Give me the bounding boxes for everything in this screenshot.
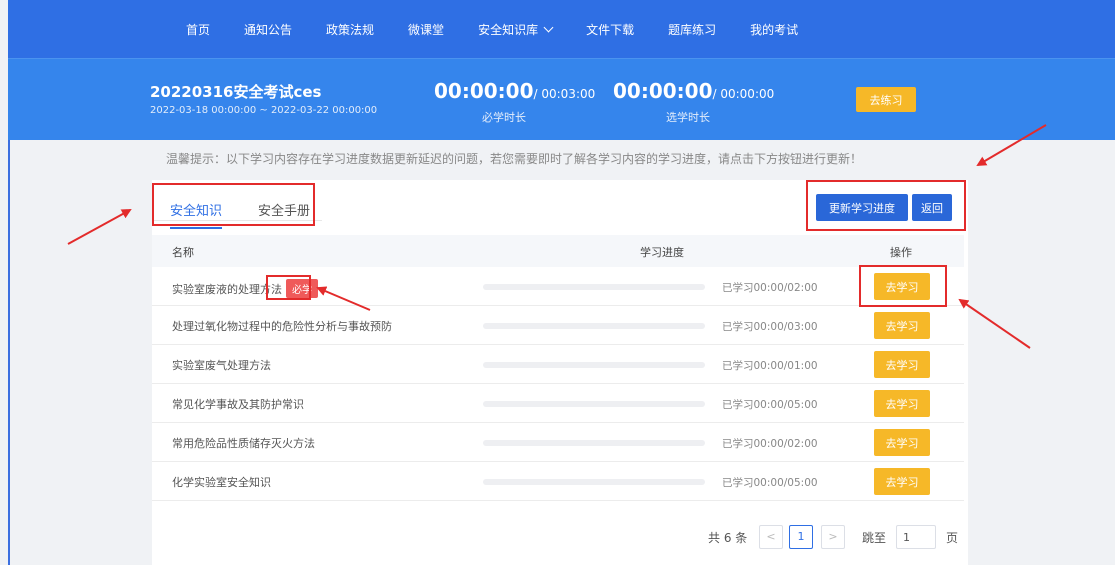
progress-status: 已学习00:00/02:00 [722, 438, 818, 450]
progress-bar [483, 440, 705, 446]
top-nav: 首页 通知公告 政策法规 微课堂 安全知识库 文件下载 题库练习 我的考试 [8, 0, 1115, 58]
row-name: 化学实验室安全知识 [172, 474, 271, 490]
row-name: 处理过氧化物过程中的危险性分析与事故预防 [172, 318, 392, 334]
exam-title: 20220316安全考试ces [150, 83, 322, 101]
annotation-box-actions [806, 180, 966, 231]
progress-status: 已学习00:00/05:00 [722, 399, 818, 411]
required-total: / 00:03:00 [533, 87, 596, 101]
exam-banner: 20220316安全考试ces 2022-03-18 00:00:00 ~ 20… [8, 58, 1115, 140]
row-name: 实验室废气处理方法 [172, 357, 271, 373]
practice-button[interactable]: 去练习 [856, 87, 916, 112]
row-name-text: 常用危险品性质储存灭火方法 [172, 437, 315, 450]
chevron-down-icon [543, 22, 554, 32]
elective-total: / 00:00:00 [712, 87, 775, 101]
progress-bar [483, 362, 705, 368]
pager-unit-label: 页 [946, 531, 959, 545]
progress-status: 已学习00:00/01:00 [722, 360, 818, 372]
nav-policies[interactable]: 政策法规 [326, 21, 374, 38]
table-row: 常见化学事故及其防护常识 已学习00:00/05:00 去学习 [152, 384, 964, 423]
nav-notices[interactable]: 通知公告 [244, 21, 292, 38]
nav-knowledge-base-label: 安全知识库 [478, 22, 539, 37]
table-row: 化学实验室安全知识 已学习00:00/05:00 去学习 [152, 462, 964, 501]
exam-date-range: 2022-03-18 00:00:00 ~ 2022-03-22 00:00:0… [150, 105, 378, 116]
row-name: 常用危险品性质储存灭火方法 [172, 435, 315, 451]
required-label: 必学时长 [482, 111, 526, 124]
nav-question-bank[interactable]: 题库练习 [668, 21, 716, 38]
table-row: 常用危险品性质储存灭火方法 已学习00:00/02:00 去学习 [152, 423, 964, 462]
pager-total: 共 6 条 [708, 531, 748, 545]
table-header: 名称 学习进度 操作 [152, 235, 964, 267]
annotation-box-badge [266, 275, 311, 300]
row-name-text: 常见化学事故及其防护常识 [172, 398, 304, 411]
elective-label: 选学时长 [666, 111, 710, 124]
header-name: 名称 [172, 246, 194, 259]
table-row: 处理过氧化物过程中的危险性分析与事故预防 已学习00:00/03:00 去学习 [152, 306, 964, 345]
nav-home[interactable]: 首页 [186, 21, 210, 38]
elective-studied: 00:00:00 [613, 79, 713, 103]
nav-my-exams[interactable]: 我的考试 [750, 21, 798, 38]
row-name-text: 化学实验室安全知识 [172, 476, 271, 489]
pager-goto-label: 跳至 [862, 531, 887, 545]
progress-bar [483, 323, 705, 329]
annotation-box-tabs [152, 183, 315, 226]
annotation-box-study [859, 265, 947, 307]
row-name-text: 实验室废气处理方法 [172, 359, 271, 372]
progress-status: 已学习00:00/02:00 [722, 282, 818, 294]
content-card: 安全知识 安全手册 更新学习进度 返回 名称 学习进度 操作 实验室废液的处理方… [152, 180, 968, 565]
progress-bar [483, 284, 705, 290]
go-study-button[interactable]: 去学习 [874, 468, 930, 495]
progress-status: 已学习00:00/05:00 [722, 477, 818, 489]
progress-bar [483, 479, 705, 485]
nav-downloads[interactable]: 文件下载 [586, 21, 634, 38]
table-row: 实验室废气处理方法 已学习00:00/01:00 去学习 [152, 345, 964, 384]
update-tip: 温馨提示：以下学习内容存在学习进度数据更新延迟的问题，若您需要即时了解各学习内容… [166, 152, 863, 166]
progress-bar [483, 401, 705, 407]
go-study-button[interactable]: 去学习 [874, 312, 930, 339]
go-study-button[interactable]: 去学习 [874, 429, 930, 456]
pager-next-button[interactable]: > [821, 525, 845, 549]
required-timer: 00:00:00/ 00:03:00 [434, 79, 595, 103]
header-ops: 操作 [890, 246, 912, 259]
elective-timer: 00:00:00/ 00:00:00 [613, 79, 774, 103]
row-name: 常见化学事故及其防护常识 [172, 396, 304, 412]
pagination: 共 6 条 < 1 > 跳至 页 [152, 522, 964, 552]
go-study-button[interactable]: 去学习 [874, 390, 930, 417]
pager-page-1[interactable]: 1 [789, 525, 813, 549]
required-studied: 00:00:00 [434, 79, 534, 103]
progress-status: 已学习00:00/03:00 [722, 321, 818, 333]
pager-jump-input[interactable] [896, 525, 936, 549]
header-progress: 学习进度 [640, 246, 684, 259]
pager-prev-button[interactable]: < [759, 525, 783, 549]
go-study-button[interactable]: 去学习 [874, 351, 930, 378]
row-name-text: 处理过氧化物过程中的危险性分析与事故预防 [172, 320, 392, 333]
nav-micro-class[interactable]: 微课堂 [408, 21, 444, 38]
nav-knowledge-base[interactable]: 安全知识库 [478, 21, 554, 38]
